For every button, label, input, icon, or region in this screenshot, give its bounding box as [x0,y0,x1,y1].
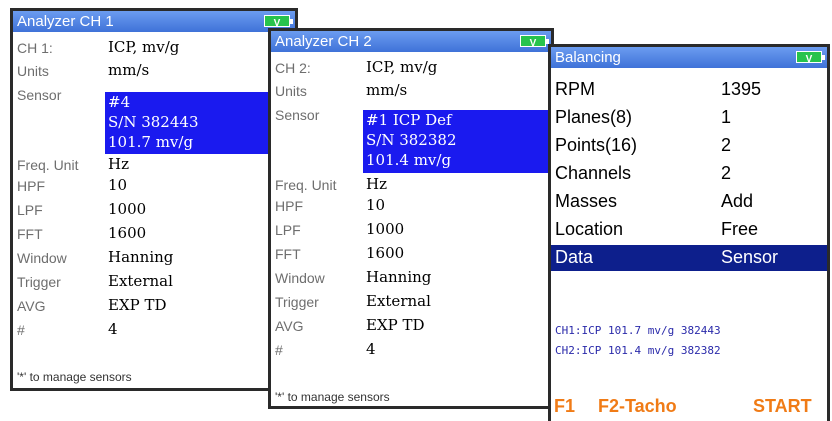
row-value: 2 [721,135,732,155]
balancing-row-location[interactable]: Location Free [551,217,827,243]
sensor-sensitivity: 101.7 mv/g [108,133,194,151]
setting-value[interactable]: 4 [366,340,376,358]
setting-value[interactable]: Hanning [108,248,173,266]
setting-label: Window [17,250,67,266]
setting-value[interactable]: 10 [366,196,385,214]
title-bar: Analyzer CH 2 V [271,31,551,52]
setting-label: AVG [275,318,304,334]
battery-icon: V [264,15,293,29]
setting-label: HPF [275,198,303,214]
row-value: Add [721,191,754,211]
setting-value[interactable]: Hz [366,175,387,193]
balancing-screen: Balancing V RPM 1395 Planes(8) 1 Points(16) 2… [548,44,830,421]
sensor-serial: S/N 382443 [108,113,199,131]
row-label: Data [555,247,594,267]
row-value: Sensor [721,247,779,267]
setting-value[interactable]: mm/s [108,61,149,79]
manage-sensors-hint: '*' to manage sensors [275,390,390,404]
setting-value[interactable]: Hz [108,155,129,173]
setting-value[interactable]: 1600 [108,224,146,242]
setting-value[interactable]: External [366,292,431,310]
setting-label: FFT [17,226,43,242]
channel2-sensor-info: CH2:ICP 101.4 mv/g 382382 [555,344,721,357]
setting-label: LPF [17,202,43,218]
setting-label: LPF [275,222,301,238]
setting-value[interactable]: ICP, mv/g [366,58,437,76]
start-key[interactable]: START [753,396,812,417]
window-title: Balancing [555,49,621,66]
setting-label: AVG [17,298,46,314]
row-label: Masses [555,191,618,211]
setting-label: CH 2: [275,60,311,76]
battery-icon: V [520,35,549,49]
f1-key[interactable]: F1 [554,396,575,417]
sensor-selection[interactable]: #1 ICP Def S/N 382382 101.4 mv/g [363,110,551,173]
sensor-serial: S/N 382382 [366,131,457,149]
setting-value[interactable]: mm/s [366,81,407,99]
manage-sensors-hint: '*' to manage sensors [17,370,132,384]
row-value: 1395 [721,79,762,99]
row-label: RPM [555,79,595,99]
setting-label: CH 1: [17,40,53,56]
balancing-row-masses[interactable]: Masses Add [551,189,827,215]
setting-value[interactable]: EXP TD [366,316,425,334]
balancing-row-rpm[interactable]: RPM 1395 [551,77,827,103]
row-label: Planes(8) [555,107,633,127]
balancing-row-channels[interactable]: Channels 2 [551,161,827,187]
title-bar: Analyzer CH 1 V [13,11,295,32]
setting-label: Trigger [17,274,61,290]
balancing-row-planes-8[interactable]: Planes(8) 1 [551,105,827,131]
balancing-row-data[interactable]: Data Sensor [551,245,827,271]
setting-label: Units [275,83,307,99]
setting-label: Units [17,63,49,79]
setting-label: Freq. Unit [275,177,337,193]
f2-tacho-key[interactable]: F2-Tacho [598,396,677,417]
row-label: Channels [555,163,632,183]
setting-label: # [17,322,25,338]
setting-label: Sensor [275,107,320,123]
row-value: 2 [721,163,732,183]
setting-label: FFT [275,246,301,262]
setting-value[interactable]: 1000 [366,220,404,238]
setting-value[interactable]: 10 [108,176,127,194]
setting-value[interactable]: 1600 [366,244,404,262]
setting-label: HPF [17,178,45,194]
window-title: Analyzer CH 1 [17,13,114,30]
setting-value[interactable]: 1000 [108,200,146,218]
battery-icon: V [796,51,825,65]
row-label: Location [555,219,624,239]
setting-label: Sensor [17,87,62,103]
sensor-sensitivity: 101.4 mv/g [366,151,452,169]
analyzer-ch1-screen: Analyzer CH 1 V CH 1: ICP, mv/g Units mm/s S… [10,8,298,391]
analyzer-ch2-screen: Analyzer CH 2 V CH 2: ICP, mv/g Units mm/s S… [268,28,554,409]
setting-label: Trigger [275,294,319,310]
channel1-sensor-info: CH1:ICP 101.7 mv/g 382443 [555,324,721,337]
row-value: Free [721,219,759,239]
setting-value[interactable]: ICP, mv/g [108,38,179,56]
window-title: Analyzer CH 2 [275,33,372,50]
setting-label: Window [275,270,325,286]
balancing-row-points-16[interactable]: Points(16) 2 [551,133,827,159]
sensor-id: #4 [108,93,131,111]
title-bar: Balancing V [551,47,827,68]
setting-value[interactable]: 4 [108,320,118,338]
sensor-id: #1 ICP Def [366,111,452,129]
row-value: 1 [721,107,732,127]
setting-label: Freq. Unit [17,157,79,173]
setting-label: # [275,342,283,358]
row-label: Points(16) [555,135,638,155]
setting-value[interactable]: Hanning [366,268,431,286]
setting-value[interactable]: EXP TD [108,296,167,314]
setting-value[interactable]: External [108,272,173,290]
